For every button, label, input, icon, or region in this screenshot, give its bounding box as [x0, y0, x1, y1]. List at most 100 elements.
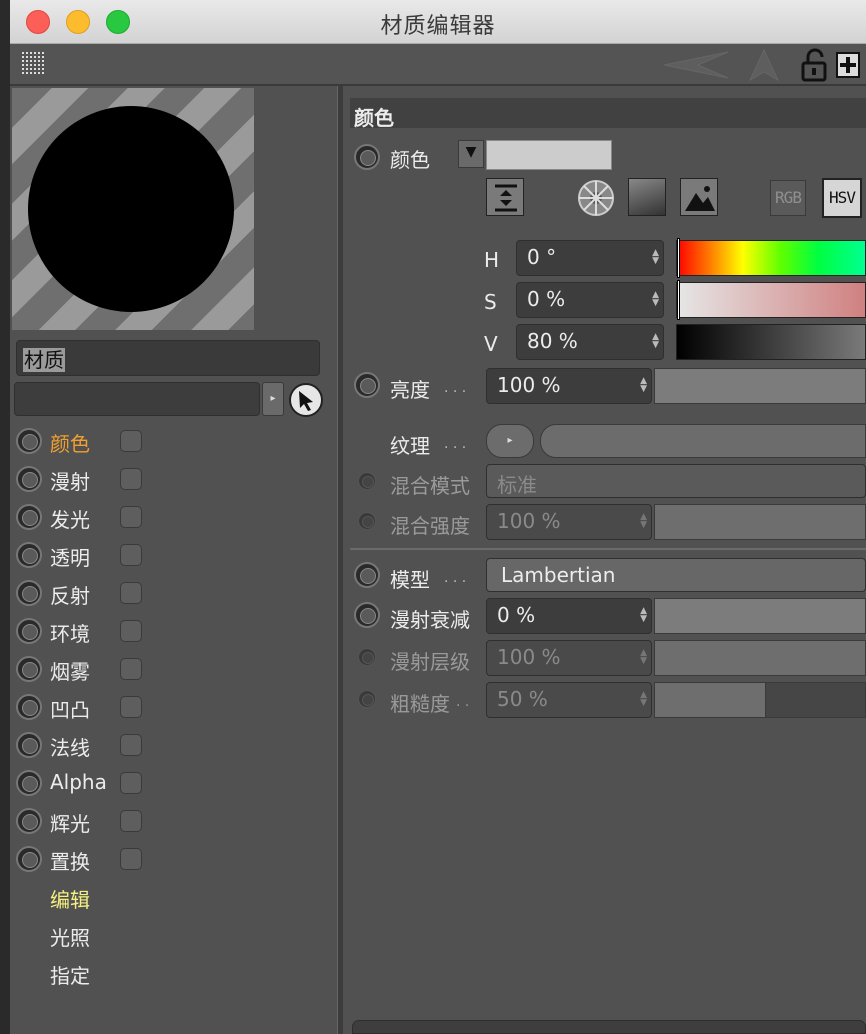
saturation-marker[interactable] [677, 280, 680, 320]
channel-checkbox[interactable] [120, 848, 142, 870]
channel-radio[interactable] [16, 846, 42, 872]
nav-item-illumination[interactable]: 光照 [50, 922, 90, 951]
h-stepper-icon[interactable]: ▲ ▼ [652, 249, 659, 266]
brightness-dots: . . . [444, 380, 467, 396]
diffuse-falloff-radio[interactable] [354, 602, 380, 628]
diffuse-falloff-slider[interactable] [654, 598, 866, 634]
layer-dropdown[interactable] [14, 382, 260, 416]
channel-radio[interactable] [16, 732, 42, 758]
pointer-cursor-icon[interactable] [288, 382, 324, 418]
horizontal-scrollbar[interactable] [352, 1020, 866, 1034]
channel-checkbox[interactable] [120, 620, 142, 642]
nav-item-edit[interactable]: 编辑 [50, 884, 90, 913]
up-arrow-icon[interactable] [746, 48, 782, 82]
channel-checkbox[interactable] [120, 430, 142, 452]
spectrum-button[interactable] [486, 178, 524, 216]
layer-arrow-button[interactable]: ▸ [262, 382, 284, 416]
channel-radio[interactable] [16, 580, 42, 606]
panel-divider[interactable] [337, 86, 343, 1034]
roughness-slider-fill [655, 683, 767, 717]
channel-checkbox[interactable] [120, 468, 142, 490]
color-wheel-icon[interactable] [576, 178, 616, 218]
new-window-icon[interactable] [836, 52, 860, 78]
diffuse-falloff-field[interactable]: 0 % ▲ ▼ [486, 598, 652, 634]
channel-item[interactable]: 反射 [10, 576, 330, 610]
channel-item[interactable]: 发光 [10, 500, 330, 534]
nav-item-assignment[interactable]: 指定 [50, 960, 90, 989]
lock-open-icon[interactable] [800, 48, 828, 82]
texture-label: 纹理 [390, 434, 430, 458]
spectrum-icon [495, 184, 517, 212]
h-label: H [484, 248, 500, 272]
hue-marker[interactable] [677, 238, 680, 278]
channel-checkbox[interactable] [120, 506, 142, 528]
diffuse-falloff-stepper-icon[interactable]: ▲ ▼ [640, 607, 647, 624]
channel-checkbox[interactable] [120, 544, 142, 566]
channel-radio[interactable] [16, 466, 42, 492]
image-picker-button[interactable] [680, 178, 718, 216]
texture-arrow-button[interactable]: ▸ [486, 424, 534, 458]
back-arrow-icon[interactable] [658, 48, 738, 82]
channel-radio[interactable] [16, 542, 42, 568]
rgb-button[interactable]: RGB [770, 180, 806, 216]
blend-mode-dropdown: 标准 [486, 464, 866, 498]
model-radio[interactable] [354, 562, 380, 588]
toolbar [10, 44, 866, 86]
blend-mode-value: 标准 [497, 473, 537, 497]
channel-radio[interactable] [16, 656, 42, 682]
channel-item[interactable]: 法线 [10, 728, 330, 762]
channel-item[interactable]: Alpha [10, 766, 330, 800]
channel-item[interactable]: 颜色 [10, 424, 330, 458]
channel-item[interactable]: 置换 [10, 842, 330, 876]
channel-item[interactable]: 环境 [10, 614, 330, 648]
grip-icon[interactable] [22, 52, 44, 74]
brightness-radio[interactable] [354, 372, 380, 398]
roughness-value: 50 % [497, 687, 548, 711]
h-field[interactable]: 0 ° ▲ ▼ [516, 240, 664, 276]
brightness-slider[interactable] [654, 368, 866, 404]
channel-radio[interactable] [16, 694, 42, 720]
channel-label: 法线 [50, 736, 90, 760]
color-dropdown-arrow[interactable]: ▼ [458, 140, 484, 168]
channel-checkbox[interactable] [120, 734, 142, 756]
color-radio[interactable] [354, 144, 380, 170]
material-name-field[interactable]: 材质 [16, 340, 320, 376]
channel-radio[interactable] [16, 770, 42, 796]
value-slider[interactable] [676, 324, 866, 360]
channel-item[interactable]: 凹凸 [10, 690, 330, 724]
channel-item[interactable]: 透明 [10, 538, 330, 572]
s-field[interactable]: 0 % ▲ ▼ [516, 282, 664, 318]
channel-checkbox[interactable] [120, 582, 142, 604]
model-dropdown[interactable]: Lambertian [486, 558, 866, 592]
brightness-stepper-icon[interactable]: ▲ ▼ [640, 377, 647, 394]
channel-item[interactable]: 辉光 [10, 804, 330, 838]
channel-checkbox[interactable] [120, 696, 142, 718]
channel-label: 透明 [50, 546, 90, 570]
color-swatch[interactable] [486, 140, 612, 170]
v-stepper-icon[interactable]: ▲ ▼ [652, 333, 659, 350]
hue-slider[interactable] [676, 238, 866, 278]
blend-mode-label: 混合模式 [390, 474, 470, 498]
channel-item[interactable]: 烟雾 [10, 652, 330, 686]
hsv-button[interactable]: HSV [822, 178, 862, 218]
v-field[interactable]: 80 % ▲ ▼ [516, 324, 664, 360]
channel-checkbox[interactable] [120, 772, 142, 794]
v-value: 80 % [527, 329, 578, 353]
channel-radio[interactable] [16, 808, 42, 834]
material-preview[interactable] [12, 88, 254, 330]
channel-checkbox[interactable] [120, 658, 142, 680]
channel-radio[interactable] [16, 504, 42, 530]
channel-label: 环境 [50, 622, 90, 646]
s-stepper-icon[interactable]: ▲ ▼ [652, 291, 659, 308]
channel-radio[interactable] [16, 428, 42, 454]
channel-checkbox[interactable] [120, 810, 142, 832]
saturation-slider[interactable] [676, 280, 866, 320]
diffuse-falloff-value: 0 % [497, 603, 536, 627]
brightness-field[interactable]: 100 % ▲ ▼ [486, 368, 652, 404]
gradient-picker-button[interactable] [628, 178, 666, 216]
texture-slot[interactable] [540, 424, 866, 458]
channel-item[interactable]: 漫射 [10, 462, 330, 496]
blend-strength-slider [654, 504, 866, 540]
model-dots: . . . [444, 570, 467, 586]
channel-radio[interactable] [16, 618, 42, 644]
